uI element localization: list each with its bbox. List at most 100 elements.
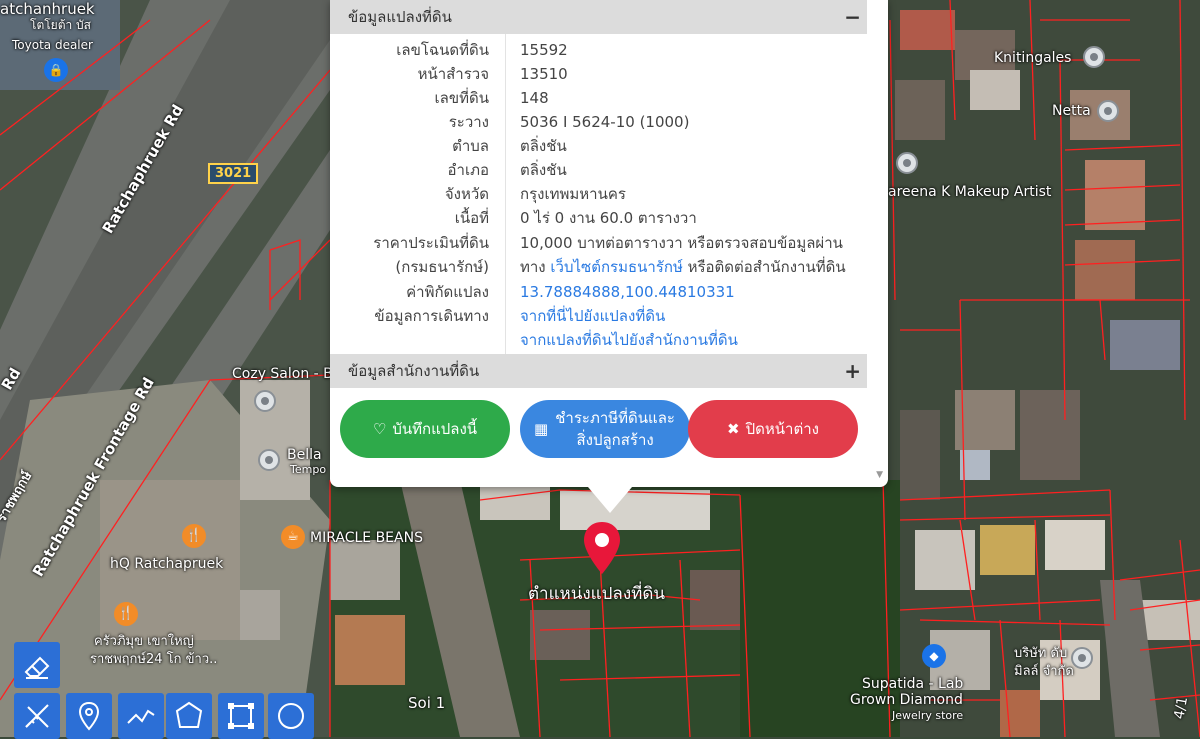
ruler-icon — [25, 704, 49, 728]
info-key: จังหวัด — [444, 185, 489, 203]
info-row: ตำบล ตลิ่งชัน — [330, 134, 867, 158]
treasury-website-link[interactable]: เว็บไซต์กรมธนารักษ์ — [550, 258, 682, 276]
rectangle-icon — [228, 703, 254, 729]
pay-tax-label: ชำระภาษีที่ดินและสิ่งปลูกสร้าง — [555, 409, 675, 449]
map-label-toyota-thai: โตโยต้า บัส — [30, 18, 92, 32]
company-pin-icon[interactable] — [1071, 647, 1093, 669]
heart-icon: ♡ — [372, 420, 387, 438]
price-value: 10,000 บาทต่อตารางวา หรือตรวจสอบข้อมูลผ่… — [520, 234, 843, 252]
map-label-supatida-3: Jewelry store — [892, 709, 964, 722]
road-shield-3021: 3021 — [208, 163, 259, 184]
info-key: หน้าสำรวจ — [417, 65, 489, 83]
collapse-toggle-icon[interactable]: − — [844, 0, 861, 34]
directions-to-office-link[interactable]: จากแปลงที่ดินไปยังสำนักงานที่ดิน — [520, 328, 738, 352]
save-parcel-button[interactable]: ♡ บันทึกแปลงนี้ — [340, 400, 510, 458]
rectangle-tool-button[interactable] — [218, 693, 264, 739]
info-row: เนื้อที่ 0 ไร่ 0 งาน 60.0 ตารางวา — [330, 206, 867, 230]
price-row-2: (กรมธนารักษ์) ทาง เว็บไซต์กรมธนารักษ์ หร… — [330, 255, 867, 279]
info-value: กรุงเทพมหานคร — [520, 185, 626, 203]
info-value: 148 — [520, 89, 549, 107]
cozy-salon-pin-icon[interactable] — [254, 390, 276, 412]
coordinate-link[interactable]: 13.78884888,100.44810331 — [520, 280, 735, 304]
info-value: ตลิ่งชัน — [520, 161, 567, 179]
info-row: จังหวัด กรุงเทพมหานคร — [330, 182, 867, 206]
info-value: 13510 — [520, 65, 568, 83]
expand-toggle-icon[interactable]: + — [844, 354, 861, 388]
pin-icon — [78, 701, 100, 731]
info-key: เนื้อที่ — [454, 209, 489, 227]
info-value: 5036 I 5624-10 (1000) — [520, 113, 690, 131]
car-dealer-pin-icon[interactable]: 🔒 — [44, 58, 68, 82]
map-label-bella: Bella — [287, 447, 322, 463]
map-label-thai-restaurant-2: ราชพฤกษ์24 โก ข้าว.. — [90, 652, 218, 667]
polygon-icon — [175, 701, 203, 728]
price-value-2: ทาง เว็บไซต์กรมธนารักษ์ หรือติดต่อสำนักง… — [520, 255, 846, 279]
info-row: เลขโฉนดที่ดิน 15592 — [330, 38, 867, 62]
map-label-cozy: Cozy Salon - B — [232, 366, 333, 382]
map-label-supatida-1: Supatida - Lab — [862, 676, 964, 692]
map-label-netta: Netta — [1052, 103, 1091, 119]
pin-tool-button[interactable] — [66, 693, 112, 739]
parcel-marker-icon[interactable] — [582, 520, 622, 576]
info-value: 15592 — [520, 41, 568, 59]
price-suffix: หรือติดต่อสำนักงานที่ดิน — [682, 258, 846, 276]
close-window-button[interactable]: ✖ ปิดหน้าต่าง — [688, 400, 858, 458]
eraser-tool-button[interactable] — [14, 642, 60, 688]
parcel-section-title: ข้อมูลแปลงที่ดิน — [348, 8, 452, 26]
sareena-pin-icon[interactable] — [896, 152, 918, 174]
price-row: ราคาประเมินที่ดิน 10,000 บาทต่อตารางวา ห… — [330, 231, 867, 255]
map-label-tempo: Tempo — [290, 463, 327, 476]
info-value: 0 ไร่ 0 งาน 60.0 ตารางวา — [520, 209, 697, 227]
map-label-sareena: areena K Makeup Artist — [888, 184, 1052, 200]
restaurant-pin-icon[interactable]: 🍴 — [182, 524, 206, 548]
map-label-supatida-2: Grown Diamond — [850, 692, 963, 708]
ruler-tool-button[interactable] — [14, 693, 60, 739]
info-row: เลขที่ดิน 148 — [330, 86, 867, 110]
pay-tax-button[interactable]: ▦ ชำระภาษีที่ดินและสิ่งปลูกสร้าง — [520, 400, 690, 458]
map-label-company-2: มิลล์ จำกัด — [1014, 664, 1074, 679]
knitingales-pin-icon[interactable] — [1083, 46, 1105, 68]
info-value: ตลิ่งชัน — [520, 137, 567, 155]
travel-row: ข้อมูลการเดินทาง จากที่นี่ไปยังแปลงที่ดิ… — [330, 304, 867, 328]
netta-pin-icon[interactable] — [1097, 100, 1119, 122]
close-window-label: ปิดหน้าต่าง — [745, 420, 819, 438]
info-key: เลขที่ดิน — [434, 89, 489, 107]
bella-pin-icon[interactable] — [258, 449, 280, 471]
office-section-title: ข้อมูลสำนักงานที่ดิน — [348, 362, 480, 380]
parcel-info-popup: ข้อมูลแปลงที่ดิน − เลขโฉนดที่ดิน 15592 ห… — [330, 0, 888, 513]
save-parcel-label: บันทึกแปลงนี้ — [392, 420, 478, 438]
parcel-section-header[interactable]: ข้อมูลแปลงที่ดิน − — [330, 0, 867, 34]
cafe-pin-icon[interactable]: ☕ — [281, 525, 305, 549]
qrcode-icon: ▦ — [534, 420, 549, 438]
circle-icon — [278, 703, 304, 729]
map-label-hq: hQ Ratchapruek — [110, 556, 224, 572]
marker-label: ตำแหน่งแปลงที่ดิน — [528, 584, 666, 604]
info-key: เลขโฉนดที่ดิน — [396, 41, 489, 59]
jewelry-pin-icon[interactable]: ◆ — [922, 644, 946, 668]
coord-key: ค่าพิกัดแปลง — [406, 283, 489, 301]
polygon-tool-button[interactable] — [166, 693, 212, 739]
price-key-2: (กรมธนารักษ์) — [395, 258, 489, 276]
polyline-tool-button[interactable] — [118, 693, 164, 739]
close-icon: ✖ — [727, 420, 740, 438]
info-row: ระวาง 5036 I 5624-10 (1000) — [330, 110, 867, 134]
info-key: ระวาง — [448, 113, 489, 131]
map-label-toyota: Toyota dealer — [12, 38, 93, 52]
travel-row-2: จากแปลงที่ดินไปยังสำนักงานที่ดิน — [330, 328, 867, 352]
price-prefix: ทาง — [520, 258, 551, 276]
restaurant-pin-2-icon[interactable]: 🍴 — [114, 602, 138, 626]
coord-row: ค่าพิกัดแปลง 13.78884888,100.44810331 — [330, 280, 867, 304]
info-row: อำเภอ ตลิ่งชัน — [330, 158, 867, 182]
info-key: ตำบล — [452, 137, 489, 155]
circle-tool-button[interactable] — [268, 693, 314, 739]
scroll-down-icon[interactable]: ▼ — [876, 470, 883, 480]
info-key: อำเภอ — [447, 161, 489, 179]
price-key: ราคาประเมินที่ดิน — [373, 234, 489, 252]
eraser-icon — [24, 656, 50, 679]
info-row: หน้าสำรวจ 13510 — [330, 62, 867, 86]
office-section-header[interactable]: ข้อมูลสำนักงานที่ดิน + — [330, 354, 867, 388]
directions-to-parcel-link[interactable]: จากที่นี่ไปยังแปลงที่ดิน — [520, 304, 665, 328]
travel-key: ข้อมูลการเดินทาง — [374, 307, 489, 325]
map-label-miracle: MIRACLE BEANS — [310, 530, 423, 546]
popup-scrollbar[interactable] — [867, 0, 888, 487]
